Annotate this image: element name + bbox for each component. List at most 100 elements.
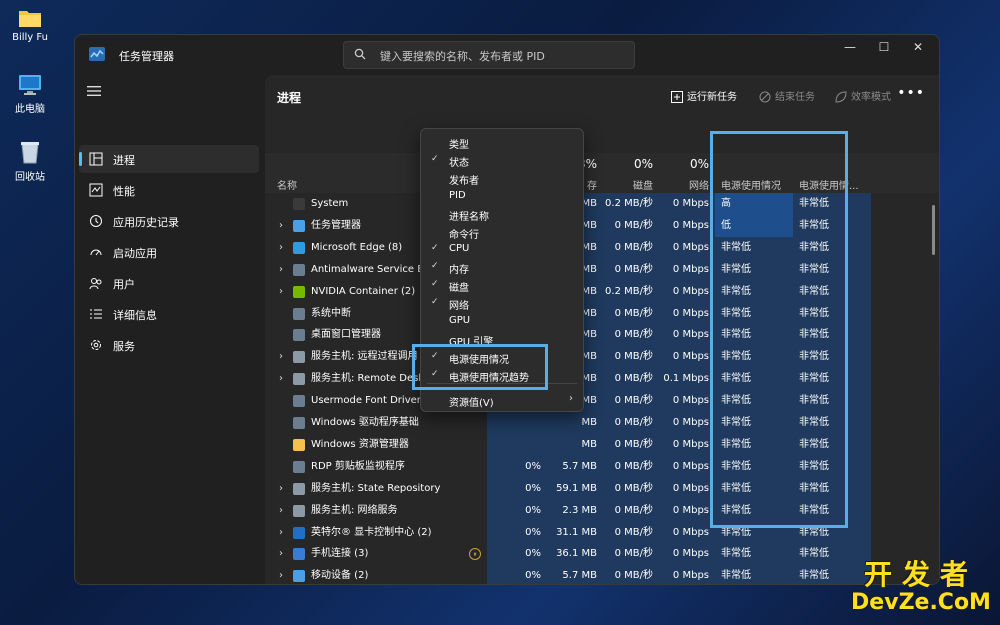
expand-chevron-icon[interactable]: › [279,346,283,368]
table-row[interactable]: › 移动设备 (2) 0% 5.7 MB 0 MB/秒 0 Mbps 非常低 非常低 [265,565,939,584]
process-name: 英特尔® 显卡控制中心 (2) [311,526,432,538]
sidebar-item-app-history[interactable]: 应用历史记录 [79,207,259,235]
more-options-button[interactable]: ••• [897,85,925,101]
disk-cell: 0.2 MB/秒 [603,280,659,303]
network-cell: 0 Mbps [659,521,715,544]
disk-cell: 0 MB/秒 [603,302,659,325]
disk-cell: 0 MB/秒 [603,499,659,522]
sidebar-item-services[interactable]: 服务 [79,331,259,359]
column-network[interactable]: 0% 网络 [659,153,715,193]
menu-item[interactable]: ✓ 内存 [421,258,583,276]
process-icon [293,438,305,451]
menu-item-label: 磁盘 [449,283,469,295]
network-cell: 0 Mbps [659,455,715,478]
checkmark-icon: ✓ [431,261,439,272]
users-icon [89,278,102,290]
process-icon [293,307,305,320]
process-icon [293,285,305,298]
watermark-line1: 开发者 [863,558,978,591]
desktop-icon-label: 此电脑 [15,104,45,115]
memory-cell: 36.1 MB [547,543,603,566]
close-button[interactable]: ✕ [901,35,935,59]
expand-chevron-icon[interactable]: › [279,259,283,281]
sidebar-item-details[interactable]: 详细信息 [79,300,259,328]
process-name: RDP 剪贴板监视程序 [311,460,405,472]
table-row[interactable]: › 手机连接 (3) ⏸ 0% 36.1 MB 0 MB/秒 0 Mbps 非常低 非常低 [265,543,939,566]
expand-chevron-icon[interactable]: › [279,500,283,522]
expand-chevron-icon[interactable]: › [279,543,283,565]
expand-chevron-icon[interactable]: › [279,522,283,544]
menu-item-label: 状态 [449,157,469,169]
menu-item[interactable]: GPU [421,312,583,330]
efficiency-mode-button[interactable]: 效率模式 [835,88,891,103]
desktop-icon-this-pc[interactable]: 此电脑 [0,74,60,115]
disk-percent: 0% [633,157,653,171]
menu-item[interactable]: PID [421,187,583,205]
disk-cell: 0 MB/秒 [603,543,659,566]
process-icon [293,395,305,408]
sidebar-item-users[interactable]: 用户 [79,269,259,297]
sidebar-item-performance[interactable]: 性能 [79,176,259,204]
network-cell: 0 Mbps [659,302,715,325]
expand-chevron-icon[interactable]: › [279,368,283,390]
process-icon [293,417,305,429]
cpu-cell: 0% [487,477,547,500]
column-disk[interactable]: 0% 磁盘 [603,153,659,193]
menu-item[interactable]: 类型 [421,133,583,151]
cpu-cell [487,412,547,434]
sidebar-item-label: 应用历史记录 [113,216,179,229]
highlight-box-menu [412,344,548,390]
sidebar-item-startup[interactable]: 启动应用 [79,238,259,266]
cpu-cell: 0% [487,499,547,522]
power-usage-cell: 非常低 [715,565,793,584]
run-new-task-button[interactable]: 运行新任务 [671,88,737,103]
network-cell: 0 Mbps [659,477,715,500]
menu-item[interactable]: ✓ CPU [421,240,583,258]
menu-item[interactable]: 发布者 [421,169,583,187]
memory-cell: MB [547,412,603,434]
cpu-cell: 0% [487,543,547,566]
disk-cell: 0 MB/秒 [603,258,659,281]
sidebar-item-processes[interactable]: 进程 [79,145,259,173]
expand-chevron-icon[interactable]: › [279,237,283,259]
desktop-icon-recycle-bin[interactable]: 回收站 [0,140,60,183]
memory-cell: 5.7 MB [547,455,603,478]
process-icon [293,482,305,495]
expand-chevron-icon[interactable]: › [279,478,283,500]
expand-chevron-icon[interactable]: › [279,565,283,584]
expand-chevron-icon[interactable]: › [279,215,283,237]
network-cell: 0 Mbps [659,433,715,456]
disk-cell: 0 MB/秒 [603,390,659,413]
minimize-button[interactable]: — [833,35,867,59]
run-new-task-label: 运行新任务 [687,92,737,103]
maximize-button[interactable]: ☐ [867,35,901,59]
monitor-icon [19,75,41,95]
network-cell: 0 Mbps [659,258,715,281]
menu-item[interactable]: ✓ 网络 [421,294,583,312]
search-placeholder: 键入要搜索的名称、发布者或 PID [380,50,545,63]
disk-cell: 0 MB/秒 [603,324,659,347]
menu-item-resource-values[interactable]: 资源值(V) › [421,391,583,409]
network-percent: 0% [689,157,709,171]
cpu-cell: 0% [487,521,547,544]
end-task-button[interactable]: 结束任务 [759,88,815,103]
menu-item-label: PID [449,189,466,201]
scrollbar[interactable] [932,205,935,255]
search-input[interactable]: 键入要搜索的名称、发布者或 PID [343,41,635,69]
process-icon [293,241,305,254]
menu-item[interactable]: 进程名称 [421,205,583,223]
sidebar-item-settings[interactable]: 设置 [79,583,259,584]
disk-label: 磁盘 [633,181,653,192]
sidebar-item-label: 用户 [113,278,135,291]
menu-item[interactable]: ✓ 状态 [421,151,583,169]
menu-item-label: GPU [449,315,471,326]
expand-chevron-icon[interactable]: › [279,281,283,303]
menu-item[interactable]: ✓ 磁盘 [421,276,583,294]
power-usage-cell: 非常低 [715,543,793,566]
menu-item[interactable]: 命令行 [421,223,583,241]
desktop-icon-folder[interactable]: Billy Fu [0,8,60,43]
disk-cell: 0 MB/秒 [603,433,659,456]
menu-item-label: 发布者 [449,175,479,187]
cpu-cell: 0% [487,455,547,478]
hamburger-menu-icon[interactable] [87,85,101,97]
